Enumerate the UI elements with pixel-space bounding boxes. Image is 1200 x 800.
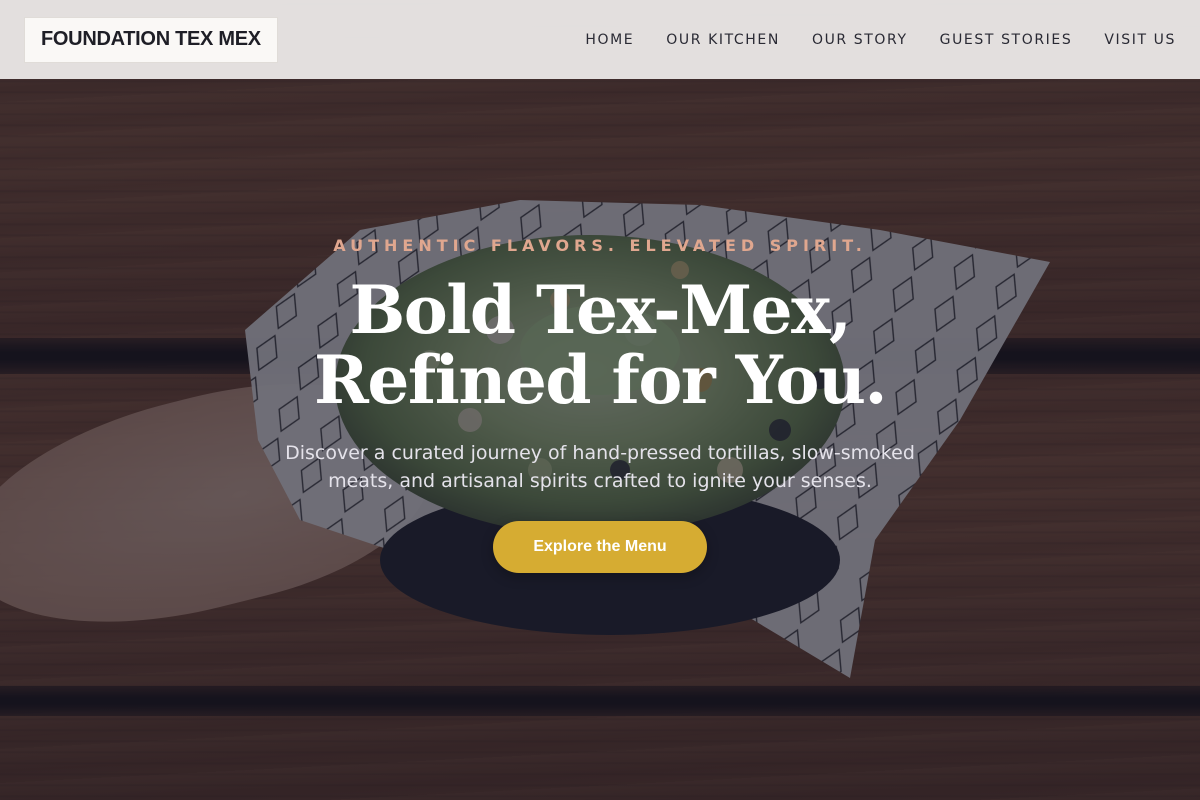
nav-link-visit-us[interactable]: VISIT US bbox=[1104, 32, 1176, 48]
explore-menu-button[interactable]: Explore the Menu bbox=[493, 521, 707, 573]
brand-logo[interactable]: FOUNDATION TEX MEX bbox=[24, 16, 278, 63]
nav-link-our-story[interactable]: OUR STORY bbox=[812, 32, 908, 48]
hero-headline-line-2: Refined for You. bbox=[314, 341, 887, 419]
nav-link-guest-stories[interactable]: GUEST STORIES bbox=[940, 32, 1073, 48]
top-navbar: FOUNDATION TEX MEX HOME OUR KITCHEN OUR … bbox=[0, 0, 1200, 79]
hero-section: AUTHENTIC FLAVORS. ELEVATED SPIRIT. Bold… bbox=[0, 236, 1200, 573]
hero-subtext: Discover a curated journey of hand-press… bbox=[285, 442, 915, 492]
nav-link-home[interactable]: HOME bbox=[585, 32, 634, 48]
nav-link-our-kitchen[interactable]: OUR KITCHEN bbox=[666, 32, 780, 48]
nav-links: HOME OUR KITCHEN OUR STORY GUEST STORIES… bbox=[585, 32, 1176, 48]
hero-eyebrow: AUTHENTIC FLAVORS. ELEVATED SPIRIT. bbox=[333, 236, 867, 255]
hero-headline: Bold Tex-Mex, Refined for You. bbox=[314, 275, 887, 415]
hero-headline-line-1: Bold Tex-Mex, bbox=[349, 271, 853, 349]
